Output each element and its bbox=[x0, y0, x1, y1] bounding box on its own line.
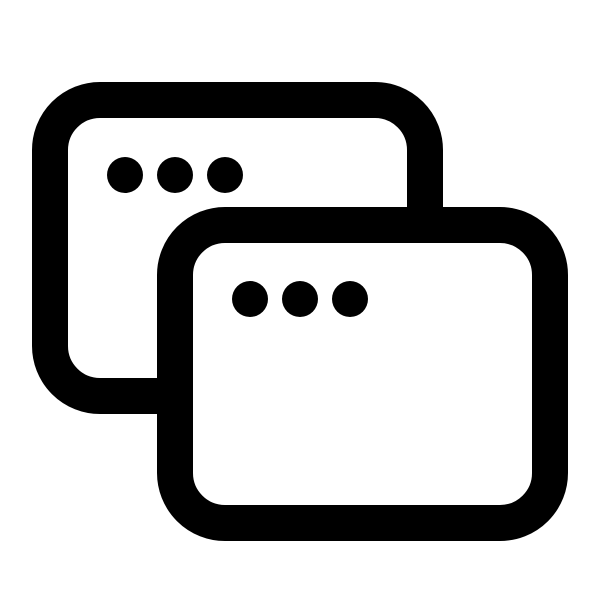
front-window bbox=[157, 207, 568, 541]
front-window-dot-2 bbox=[282, 281, 318, 317]
front-window-dot-3 bbox=[332, 281, 368, 317]
back-window-dot-1 bbox=[107, 157, 143, 193]
front-window-dot-1 bbox=[232, 281, 268, 317]
back-window-dot-3 bbox=[207, 157, 243, 193]
front-window-frame bbox=[157, 207, 568, 541]
icon-canvas bbox=[0, 0, 600, 600]
back-window-dot-2 bbox=[157, 157, 193, 193]
multiple-windows-icon bbox=[32, 82, 568, 541]
